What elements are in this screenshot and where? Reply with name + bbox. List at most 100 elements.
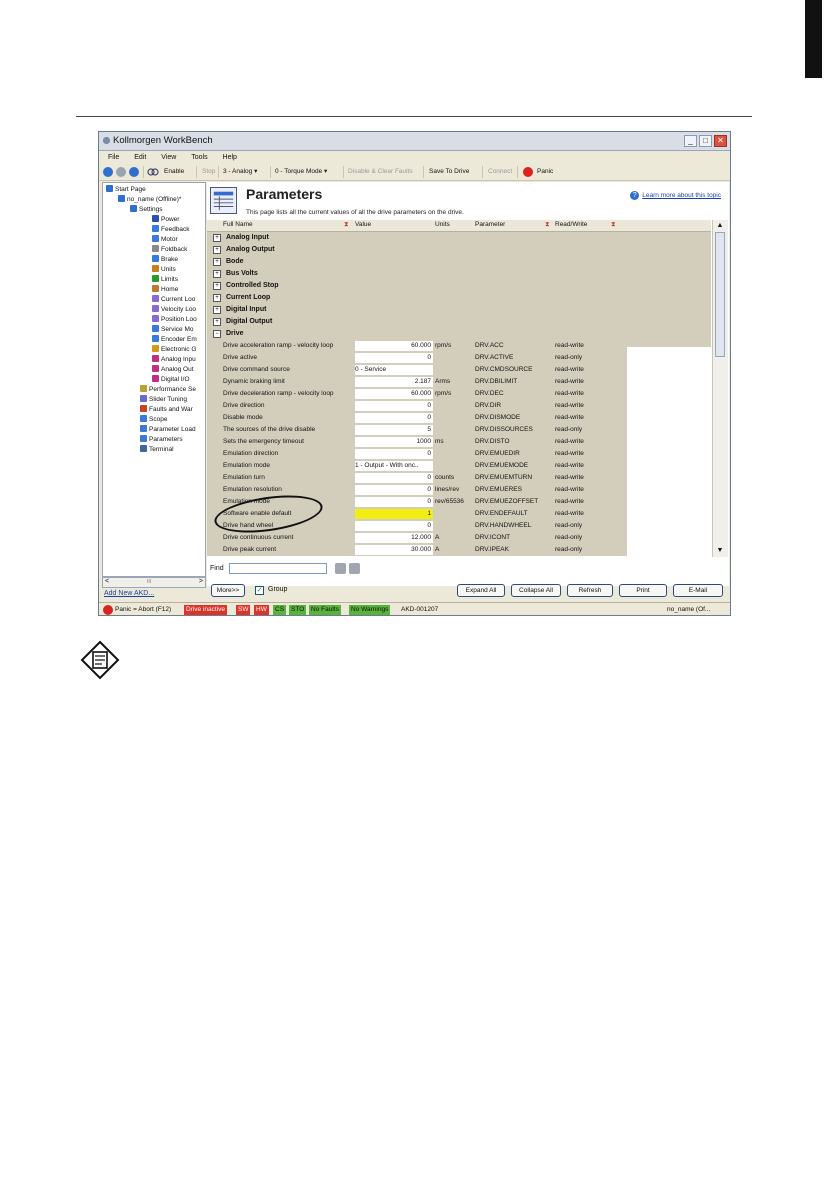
table-row[interactable]: Emulation direction 0 DRV.EMUEDIR read-writ… xyxy=(207,448,627,460)
value-cell[interactable]: 5 xyxy=(355,425,433,435)
tree-item-analog-output[interactable]: Analog Out xyxy=(152,365,194,375)
group-row[interactable]: + Digital Input xyxy=(207,304,627,316)
tree-item-drive[interactable]: no_name (Offline)* xyxy=(118,195,181,205)
group-row[interactable]: + Bode xyxy=(207,256,627,268)
tree-item-settings[interactable]: Settings xyxy=(130,205,163,215)
group-row[interactable]: + Current Loop xyxy=(207,292,627,304)
home-icon[interactable] xyxy=(129,167,139,177)
refresh-button[interactable]: Refresh xyxy=(567,584,613,597)
table-row[interactable]: Sets the emergency timeout 1000 ms DRV.DIST… xyxy=(207,436,627,448)
value-cell[interactable]: 1 - Output - With onc.. xyxy=(355,461,433,471)
print-button[interactable]: Print xyxy=(619,584,667,597)
tree-item-units[interactable]: Units xyxy=(152,265,176,275)
tree-item-electronic-gearing[interactable]: Electronic G xyxy=(152,345,196,355)
expand-icon[interactable]: + xyxy=(213,258,221,266)
column-read-write[interactable]: Read/Write xyxy=(555,221,587,228)
tree-item-limits[interactable]: Limits xyxy=(152,275,178,285)
tree-item-digital-io[interactable]: Digital I/O xyxy=(152,375,190,385)
group-row-drive[interactable]: − Drive xyxy=(207,328,627,340)
menu-view[interactable]: View xyxy=(161,151,176,164)
value-cell[interactable]: 1000 xyxy=(355,437,433,447)
tree-item-start-page[interactable]: Start Page xyxy=(106,185,146,195)
group-row[interactable]: + Analog Output xyxy=(207,244,627,256)
tree-item-current-loop[interactable]: Current Loo xyxy=(152,295,195,305)
scroll-left-icon[interactable]: < xyxy=(105,578,109,585)
expand-icon[interactable]: + xyxy=(213,270,221,278)
tree-item-service-motion[interactable]: Service Mo xyxy=(152,325,194,335)
find-input[interactable] xyxy=(229,563,327,574)
tree-item-scope[interactable]: Scope xyxy=(140,415,167,425)
column-units[interactable]: Units xyxy=(435,221,450,228)
group-row[interactable]: + Analog Input xyxy=(207,232,627,244)
find-down-icon[interactable] xyxy=(335,563,346,574)
expand-icon[interactable]: + xyxy=(213,246,221,254)
value-cell[interactable]: 12.000 xyxy=(355,533,433,543)
group-row[interactable]: + Controlled Stop xyxy=(207,280,627,292)
scroll-up-icon[interactable]: ▲ xyxy=(715,221,725,231)
collapse-all-button[interactable]: Collapse All xyxy=(511,584,561,597)
expand-icon[interactable]: + xyxy=(213,306,221,314)
expand-all-button[interactable]: Expand All xyxy=(457,584,505,597)
tree-item-performance[interactable]: Performance Se xyxy=(140,385,196,395)
expand-icon[interactable]: + xyxy=(213,294,221,302)
expand-icon[interactable]: + xyxy=(213,318,221,326)
close-button[interactable]: ✕ xyxy=(714,135,727,147)
table-row[interactable]: Dynamic braking limit 2.187 Arms DRV.DBILIM… xyxy=(207,376,627,388)
value-cell[interactable]: 60.000 xyxy=(355,389,433,399)
tree-item-velocity-loop[interactable]: Velocity Loo xyxy=(152,305,196,315)
add-new-akd-link[interactable]: Add New AKD... xyxy=(104,590,154,597)
grid-vertical-scrollbar[interactable]: ▲ ▼ xyxy=(712,220,728,557)
minimize-button[interactable]: _ xyxy=(684,135,697,147)
table-row[interactable]: Disable mode 0 DRV.DISMODE read-write xyxy=(207,412,627,424)
value-cell-highlighted[interactable]: 1 xyxy=(355,509,433,519)
table-row[interactable]: Drive acceleration ramp - velocity loop 6… xyxy=(207,340,627,352)
expand-icon[interactable]: + xyxy=(213,234,221,242)
learn-more-link[interactable]: ? Learn more about this topic xyxy=(630,191,721,200)
tree-item-foldback[interactable]: Foldback xyxy=(152,245,187,255)
group-row[interactable]: + Digital Output xyxy=(207,316,627,328)
tree-item-analog-input[interactable]: Analog Inpu xyxy=(152,355,196,365)
value-cell[interactable]: 0 xyxy=(355,401,433,411)
table-row[interactable]: Drive continuous current 12.000 A DRV.ICONT… xyxy=(207,532,627,544)
tree-item-parameter-load[interactable]: Parameter Load xyxy=(140,425,196,435)
column-full-name[interactable]: Full Name xyxy=(223,221,253,228)
group-checkbox[interactable]: ✓ xyxy=(255,586,264,595)
value-cell[interactable]: 0 xyxy=(355,413,433,423)
scroll-right-icon[interactable]: > xyxy=(199,578,203,585)
menu-tools[interactable]: Tools xyxy=(191,151,207,164)
back-icon[interactable] xyxy=(103,167,113,177)
value-cell[interactable]: 0 - Service xyxy=(355,365,433,375)
filter-icon[interactable]: ⧗ xyxy=(611,221,616,229)
table-row[interactable]: Emulation turn 0 counts DRV.EMUEMTURN read-w… xyxy=(207,472,627,484)
value-cell[interactable]: 30.000 xyxy=(355,545,433,555)
value-cell[interactable]: 0 xyxy=(355,497,433,507)
group-row[interactable]: + Bus Volts xyxy=(207,268,627,280)
column-parameter[interactable]: Parameter xyxy=(475,221,505,228)
menu-help[interactable]: Help xyxy=(223,151,237,164)
tree-horizontal-scrollbar[interactable]: < III > xyxy=(102,577,206,588)
table-row[interactable]: Drive direction 0 DRV.DIR read-write xyxy=(207,400,627,412)
tree-item-position-loop[interactable]: Position Loo xyxy=(152,315,197,325)
link-icon[interactable] xyxy=(147,167,159,177)
forward-icon[interactable] xyxy=(116,167,126,177)
more-button[interactable]: More>> xyxy=(211,584,245,597)
tree-item-motor[interactable]: Motor xyxy=(152,235,178,245)
panic-button[interactable]: Panic xyxy=(534,166,556,178)
tree-item-feedback[interactable]: Feedback xyxy=(152,225,190,235)
save-to-drive-button[interactable]: Save To Drive xyxy=(426,166,472,178)
scroll-thumb[interactable] xyxy=(715,232,725,357)
table-row[interactable]: Drive peak current 30.000 A DRV.IPEAK read-o… xyxy=(207,544,627,556)
tree-item-home[interactable]: Home xyxy=(152,285,178,295)
analog-dropdown[interactable]: 3 - Analog ▾ xyxy=(220,166,260,178)
filter-icon[interactable]: ⧗ xyxy=(545,221,550,229)
table-row[interactable]: Drive command source 0 - Service DRV.CMDSO… xyxy=(207,364,627,376)
value-cell[interactable]: 0 xyxy=(355,473,433,483)
table-row[interactable]: Drive deceleration ramp - velocity loop 6… xyxy=(207,388,627,400)
table-row[interactable]: The sources of the drive disable 5 DRV.DIS… xyxy=(207,424,627,436)
column-value[interactable]: Value xyxy=(355,221,371,228)
value-cell[interactable]: 0 xyxy=(355,353,433,363)
tree-item-slider-tuning[interactable]: Slider Tuning xyxy=(140,395,187,405)
tree-item-faults[interactable]: Faults and War xyxy=(140,405,193,415)
value-cell[interactable]: 0 xyxy=(355,521,433,531)
collapse-icon[interactable]: − xyxy=(213,330,221,338)
